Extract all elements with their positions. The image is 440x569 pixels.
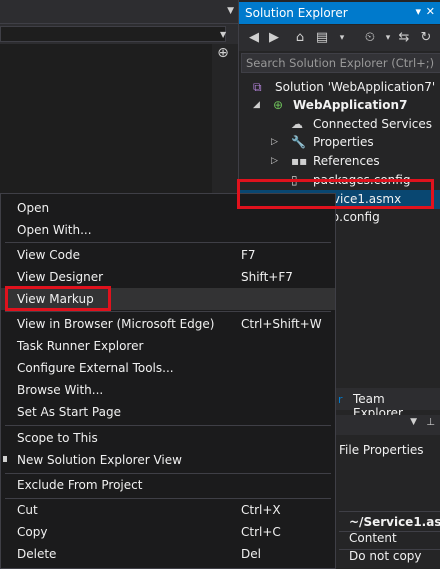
menu-item-view-designer[interactable]: View Designer Shift+F7 — [1, 266, 335, 288]
menu-item-exclude-from-project[interactable]: Exclude From Project — [1, 474, 335, 496]
menu-separator — [5, 425, 331, 426]
menu-item-view-code[interactable]: View Code F7 — [1, 244, 335, 266]
menu-item-set-start-page[interactable]: Set As Start Page — [1, 401, 335, 423]
menu-item-configure-tools[interactable]: Configure External Tools... — [1, 357, 335, 379]
editor-tab-strip: ▼ — [0, 0, 238, 24]
split-editor-icon[interactable]: ⊕ — [214, 44, 232, 62]
home-icon[interactable]: ⌂ — [291, 29, 309, 47]
config-file-icon: ▯ — [291, 173, 298, 187]
menu-item-copy[interactable]: Copy Ctrl+C — [1, 521, 335, 543]
collapsed-arrow-icon[interactable]: ▷ — [271, 133, 278, 152]
pending-changes-icon[interactable]: ⏲ — [361, 29, 379, 47]
tree-item-solution[interactable]: ⧉ Solution 'WebApplication7' (1 — [239, 78, 440, 97]
tab-solution-explorer-short[interactable]: r — [338, 393, 343, 406]
solution-explorer-title-bar: Solution Explorer ▾ ✕ — [239, 2, 440, 24]
menu-item-browse-with[interactable]: Browse With... — [1, 379, 335, 401]
tab-team-explorer[interactable]: Team Explorer — [349, 388, 440, 420]
menu-item-open[interactable]: Open — [1, 197, 335, 219]
tree-item-packages-config[interactable]: ▯ packages.config — [239, 171, 440, 190]
shortcut-label: Del — [241, 547, 261, 561]
forward-icon[interactable]: ▶ — [265, 29, 283, 47]
menu-item-cut[interactable]: Cut Ctrl+X — [1, 499, 335, 521]
editor-scrollbar[interactable] — [212, 44, 238, 194]
back-icon[interactable]: ◀ — [245, 29, 263, 47]
menu-item-view-in-browser[interactable]: View in Browser (Microsoft Edge) Ctrl+Sh… — [1, 313, 335, 335]
wrench-icon: 🔧 — [291, 135, 306, 149]
search-input[interactable]: Search Solution Explorer (Ctrl+;) — [241, 53, 440, 73]
chevron-down-icon[interactable]: ▼ — [410, 417, 417, 427]
chevron-down-icon[interactable]: ▾ — [333, 29, 351, 47]
file-properties-label: File Properties — [339, 443, 424, 457]
pin-icon[interactable]: ⊥ — [426, 417, 435, 428]
solution-icon: ⧉ — [253, 80, 262, 94]
chevron-down-icon[interactable]: ▼ — [227, 6, 234, 16]
menu-item-scope-to-this[interactable]: Scope to This — [1, 427, 335, 449]
tree-item-connected-services[interactable]: ☁ Connected Services — [239, 115, 440, 134]
solution-explorer-toolbar: ◀ ▶ ⌂ ▤ ▾ ⏲ ▾ ⇆ ↻ — [239, 25, 440, 51]
shortcut-label: F7 — [241, 248, 256, 262]
menu-item-new-se-view[interactable]: New Solution Explorer View — [1, 449, 335, 471]
cloud-icon: ☁ — [291, 117, 303, 131]
menu-item-task-runner[interactable]: Task Runner Explorer — [1, 335, 335, 357]
menu-item-view-markup[interactable]: View Markup — [1, 288, 335, 310]
member-dropdown[interactable] — [0, 26, 226, 42]
tree-item-properties[interactable]: ▷ 🔧 Properties — [239, 133, 440, 152]
web-project-icon: ⊕ — [273, 98, 284, 112]
shortcut-label: Shift+F7 — [241, 270, 293, 284]
panel-title: Solution Explorer — [245, 6, 348, 20]
menu-item-delete[interactable]: Delete Del — [1, 543, 335, 565]
expanded-arrow-icon[interactable]: ◢ — [253, 96, 260, 115]
tree-item-project[interactable]: ◢ ⊕ WebApplication7 — [239, 96, 440, 115]
context-menu: Open Open With... View Code F7 View Desi… — [0, 193, 336, 569]
chevron-down-icon[interactable]: ▼ — [220, 30, 226, 39]
refresh-icon[interactable]: ↻ — [417, 29, 435, 47]
shortcut-label: Ctrl+Shift+W — [241, 317, 322, 331]
collapsed-arrow-icon[interactable]: ▷ — [271, 152, 278, 171]
property-value-copy[interactable]: Do not copy — [349, 549, 422, 563]
property-value-build-action[interactable]: Content — [349, 531, 397, 545]
close-icon[interactable]: ✕ — [426, 5, 435, 18]
property-value-path[interactable]: ~/Service1.asm — [349, 515, 440, 529]
grid-divider — [339, 511, 440, 512]
tree-item-references[interactable]: ▷ ▪▪ References — [239, 152, 440, 171]
sync-icon[interactable]: ⇆ — [395, 29, 413, 47]
switch-views-icon[interactable]: ▤ — [313, 29, 331, 47]
shortcut-label: Ctrl+X — [241, 503, 281, 517]
pin-icon[interactable]: ▾ — [415, 5, 421, 18]
menu-separator — [5, 242, 331, 243]
references-icon: ▪▪ — [291, 154, 308, 168]
shortcut-label: Ctrl+C — [241, 525, 281, 539]
menu-separator — [5, 311, 331, 312]
menu-item-open-with[interactable]: Open With... — [1, 219, 335, 241]
